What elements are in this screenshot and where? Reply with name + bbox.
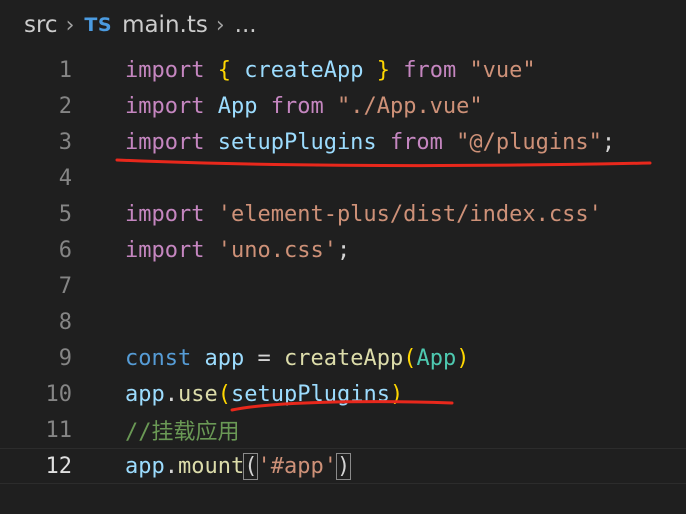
annotation-layer [115, 158, 652, 412]
red-underline-line3 [115, 158, 652, 168]
red-underline-line10 [230, 400, 454, 412]
